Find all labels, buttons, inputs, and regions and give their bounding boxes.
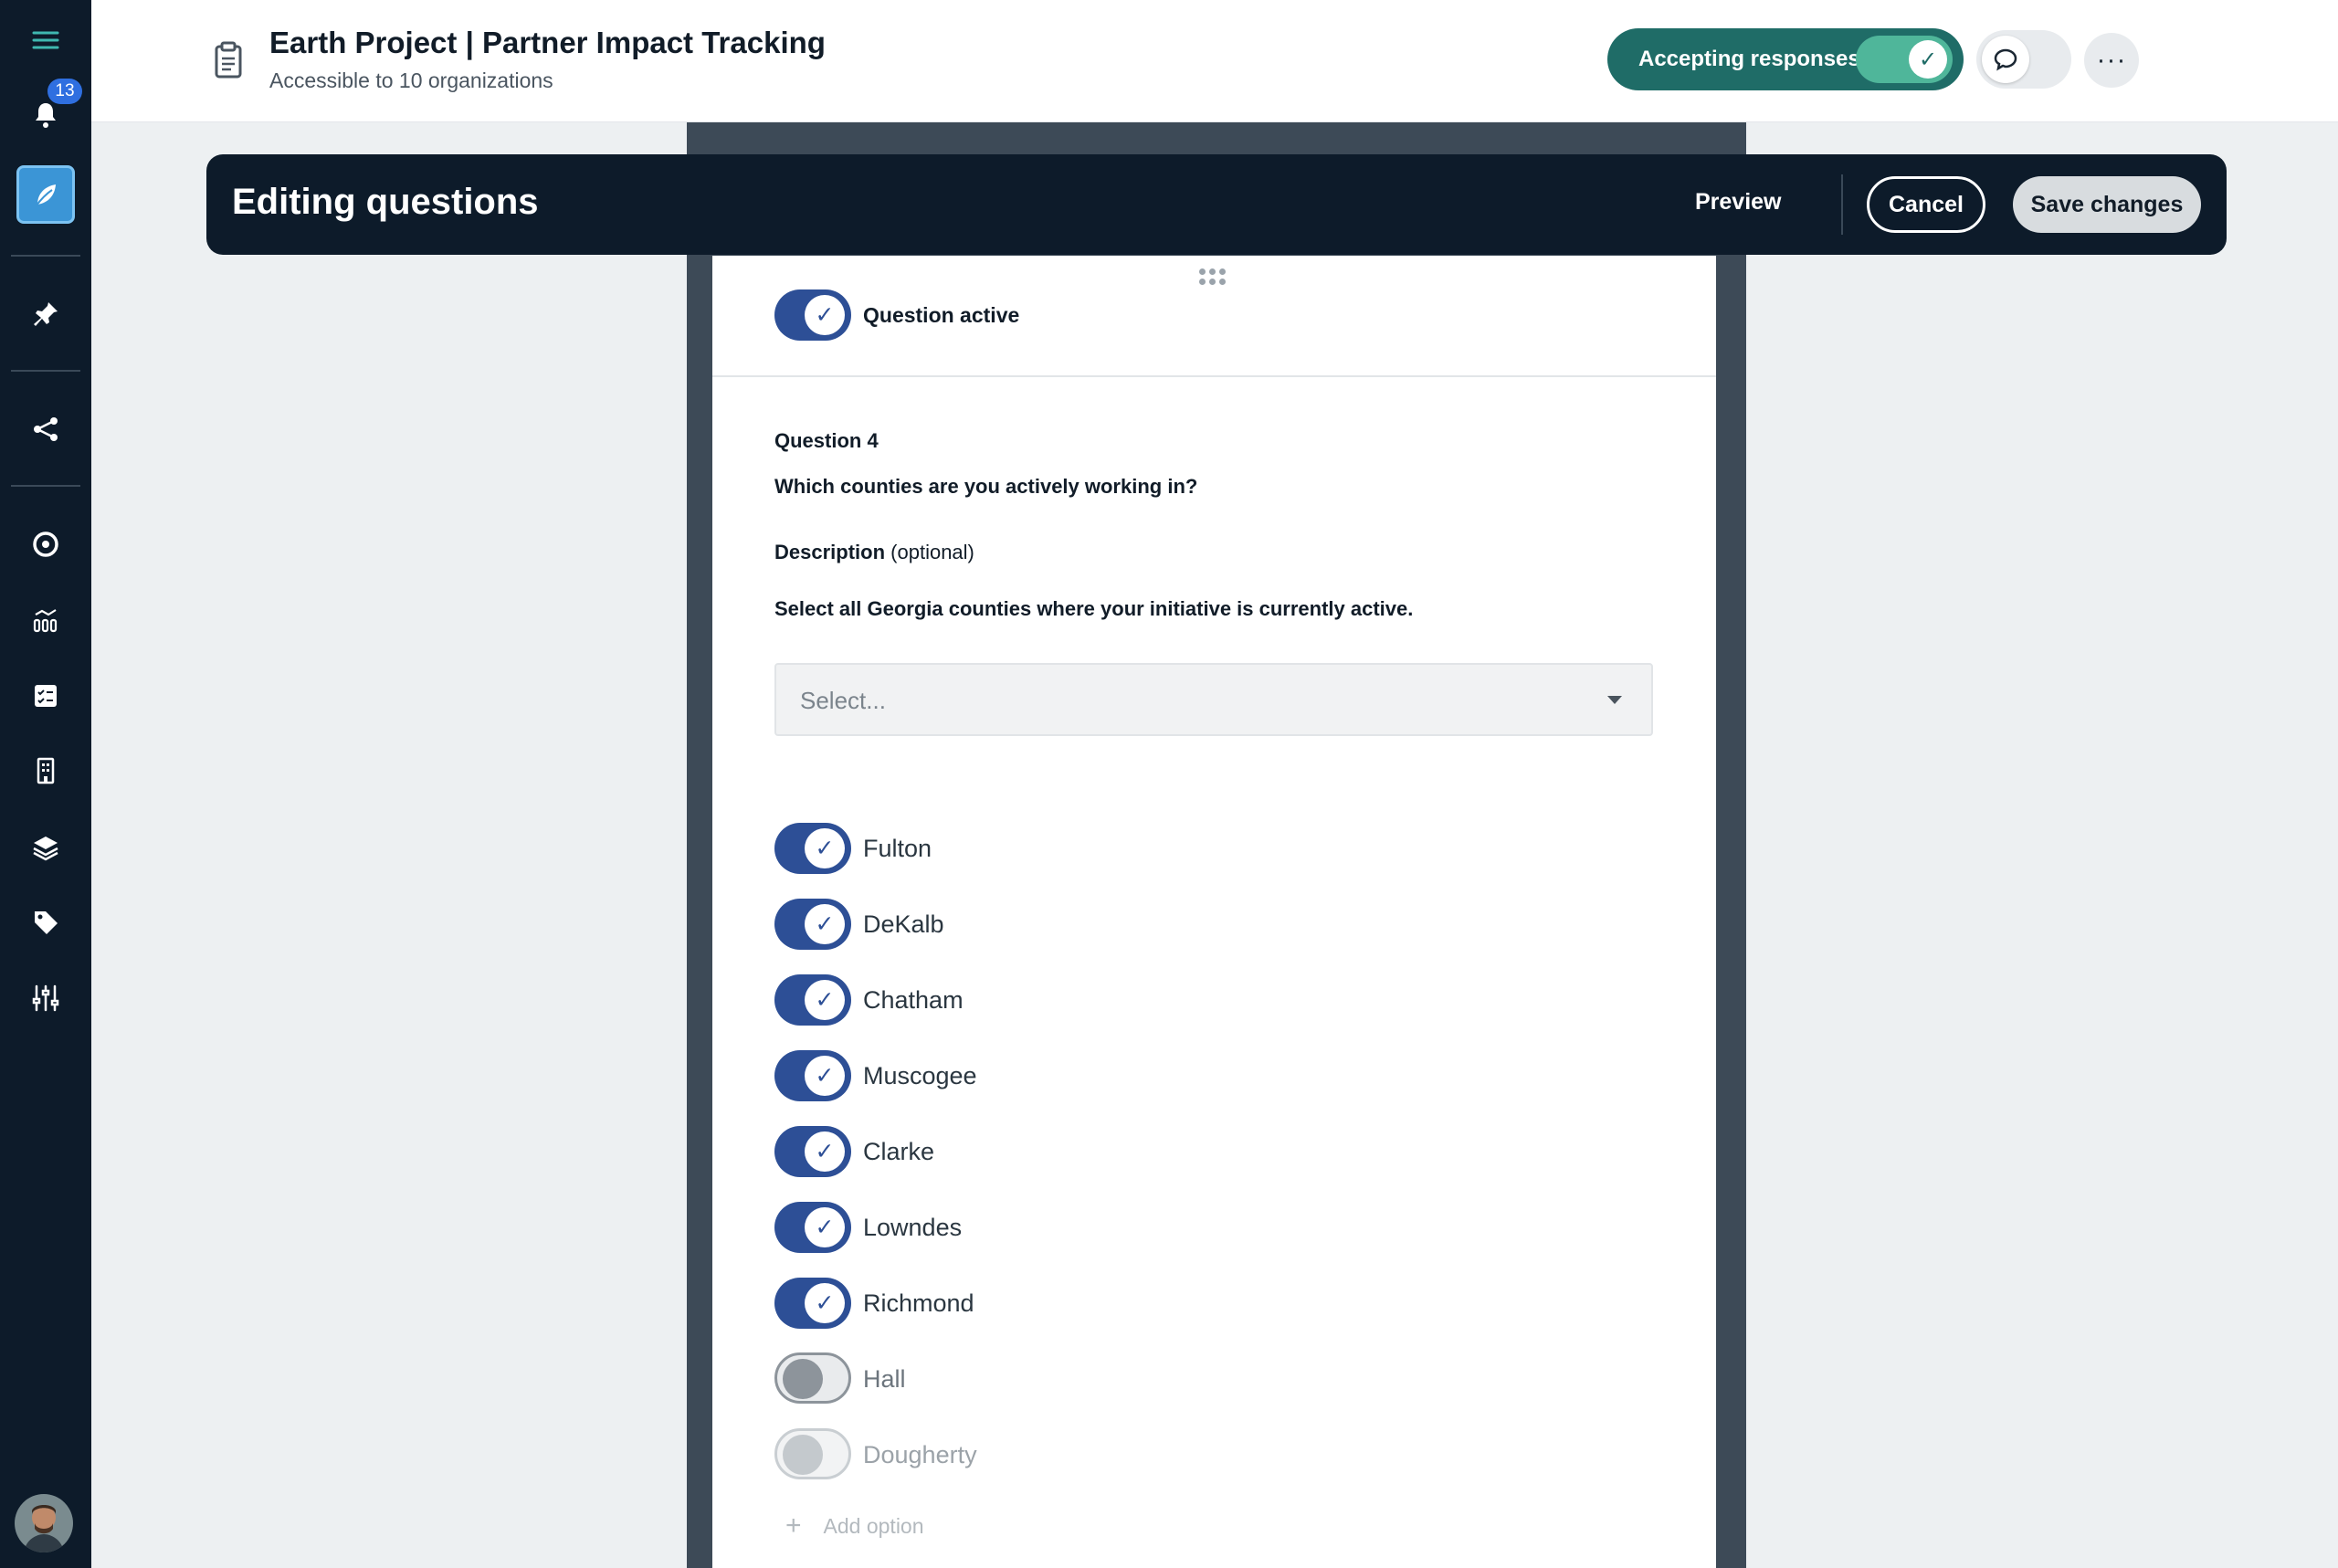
accepting-switch[interactable]: ✓ [1856, 36, 1953, 83]
question-active-toggle[interactable]: ✓ [774, 289, 851, 341]
drag-handle-icon[interactable] [1199, 268, 1228, 287]
option-label: Dougherty [863, 1441, 977, 1468]
target-icon[interactable] [16, 515, 75, 574]
menu-icon[interactable] [16, 11, 75, 69]
building-icon[interactable] [16, 742, 75, 800]
option-label: Chatham [863, 986, 964, 1014]
option-toggle-dekalb[interactable]: ✓ [774, 899, 851, 950]
option-toggle-dougherty[interactable] [774, 1428, 851, 1479]
sidebar-divider [11, 370, 80, 372]
option-toggle-richmond[interactable]: ✓ [774, 1278, 851, 1329]
share-icon[interactable] [16, 400, 75, 458]
more-options-button[interactable]: ··· [2084, 33, 2139, 88]
sliders-icon[interactable] [16, 969, 75, 1027]
pin-icon[interactable] [16, 285, 75, 343]
check-icon: ✓ [805, 980, 845, 1020]
comment-icon [1982, 36, 2029, 83]
description-label: Description (optional) [774, 541, 974, 564]
description-title: Description [774, 541, 886, 563]
cancel-button[interactable]: Cancel [1867, 176, 1985, 233]
check-icon: ✓ [805, 1283, 845, 1323]
comments-toggle[interactable] [1976, 30, 2071, 89]
option-label: Richmond [863, 1289, 974, 1317]
notification-badge: 13 [47, 79, 82, 104]
top-header: Earth Project | Partner Impact Tracking … [91, 0, 2338, 122]
check-icon: ✓ [805, 904, 845, 944]
plus-icon: + [785, 1510, 802, 1541]
option-toggle-chatham[interactable]: ✓ [774, 974, 851, 1026]
left-sidebar: 13 [0, 0, 91, 1568]
add-option-button[interactable]: + Add option [785, 1510, 924, 1542]
option-toggle-clarke[interactable]: ✓ [774, 1126, 851, 1177]
chevron-down-icon [1607, 696, 1622, 704]
preview-button[interactable]: Preview [1695, 189, 1782, 216]
tag-icon[interactable] [16, 893, 75, 952]
card-divider [712, 375, 1716, 377]
question-card: ✓ Question active Question 4 Which count… [712, 256, 1716, 1568]
description-optional: (optional) [890, 541, 974, 563]
check-icon: ✓ [805, 828, 845, 868]
check-icon: ✓ [805, 1056, 845, 1096]
user-avatar[interactable] [15, 1494, 73, 1552]
option-label: Hall [863, 1365, 906, 1393]
check-icon: ✓ [1909, 40, 1947, 79]
option-toggle-muscogee[interactable]: ✓ [774, 1050, 851, 1101]
toggle-knob [783, 1359, 823, 1399]
question-number: Question 4 [774, 429, 879, 452]
option-toggle-fulton[interactable]: ✓ [774, 823, 851, 874]
page-title: Earth Project | Partner Impact Tracking [269, 26, 826, 59]
sidebar-divider [11, 255, 80, 257]
option-label: Fulton [863, 835, 932, 862]
sidebar-divider [11, 485, 80, 487]
add-option-label: Add option [823, 1513, 924, 1538]
question-active-label: Question active [863, 303, 1020, 327]
leaf-app-icon[interactable] [16, 165, 75, 224]
accepting-responses-toggle[interactable]: Accepting responses ✓ [1607, 28, 1964, 90]
description-text[interactable]: Select all Georgia counties where your i… [774, 597, 1413, 621]
check-icon: ✓ [805, 1207, 845, 1247]
check-icon: ✓ [805, 1131, 845, 1172]
option-label: Muscogee [863, 1062, 977, 1089]
save-changes-button[interactable]: Save changes [2013, 176, 2201, 233]
checklist-icon[interactable] [16, 667, 75, 725]
page-subtitle: Accessible to 10 organizations [269, 68, 553, 92]
question-text[interactable]: Which counties are you actively working … [774, 475, 1197, 499]
toolbar-divider [1841, 174, 1843, 235]
editing-toolbar: Editing questions Preview Cancel Save ch… [206, 154, 2227, 255]
option-toggle-lowndes[interactable]: ✓ [774, 1202, 851, 1253]
clipboard-icon [215, 41, 242, 79]
editing-title: Editing questions [232, 182, 539, 222]
analytics-icon[interactable] [16, 592, 75, 650]
county-select-dropdown[interactable]: Select... [774, 663, 1653, 736]
toggle-knob [783, 1435, 823, 1475]
option-label: Clarke [863, 1138, 935, 1165]
option-label: DeKalb [863, 910, 944, 938]
accepting-responses-label: Accepting responses [1638, 47, 1860, 71]
layers-icon[interactable] [16, 818, 75, 877]
option-toggle-hall[interactable] [774, 1352, 851, 1404]
select-placeholder: Select... [800, 687, 886, 714]
option-label: Lowndes [863, 1214, 963, 1241]
check-icon: ✓ [805, 295, 845, 335]
